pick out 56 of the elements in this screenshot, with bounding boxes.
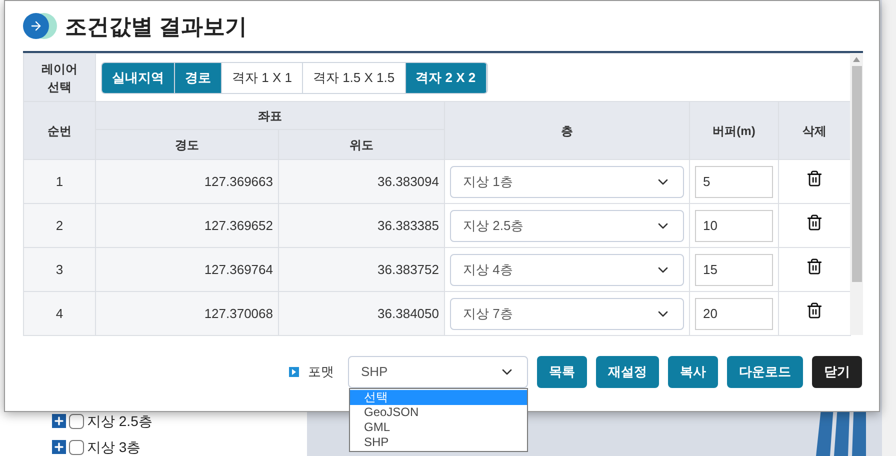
expand-plus-icon[interactable] (52, 440, 66, 454)
column-header: 위도 (350, 138, 374, 152)
action-button[interactable]: 목록 (537, 356, 587, 388)
floor-select[interactable]: 지상 4층 (450, 254, 684, 286)
row-number: 1 (56, 174, 64, 189)
format-label: 포맷 (308, 363, 334, 382)
tree-item-label: 지상 3층 (87, 438, 141, 456)
buffer-field[interactable]: 10 (695, 210, 773, 242)
layer-tab[interactable]: 경로 (175, 62, 222, 92)
column-header: 좌표 (258, 108, 282, 122)
floor-select[interactable]: 지상 1층 (450, 166, 684, 198)
delete-icon[interactable] (806, 258, 823, 276)
latitude-cell: 36.383094 (378, 174, 439, 189)
format-select[interactable]: SHP (348, 356, 528, 388)
tree-checkbox[interactable] (69, 440, 84, 454)
delete-icon[interactable] (806, 214, 823, 232)
column-header: 층 (561, 124, 573, 138)
dropdown-option[interactable]: GML (350, 420, 527, 435)
dropdown-option[interactable]: SHP (350, 435, 527, 450)
delete-icon[interactable] (806, 170, 823, 188)
buffer-field[interactable]: 5 (695, 166, 773, 198)
longitude-cell: 127.369764 (204, 262, 273, 277)
expand-plus-icon[interactable] (52, 414, 66, 428)
row-number: 3 (56, 262, 64, 277)
latitude-cell: 36.383752 (378, 262, 439, 277)
buffer-field[interactable]: 15 (695, 254, 773, 286)
longitude-cell: 127.369652 (204, 218, 273, 233)
buffer-field[interactable]: 20 (695, 298, 773, 330)
action-button[interactable]: 복사 (668, 356, 718, 388)
floor-select[interactable]: 지상 7층 (450, 298, 684, 330)
latitude-cell: 36.384050 (378, 306, 439, 321)
column-header: 경도 (175, 138, 199, 152)
page-scrollbar[interactable] (882, 0, 896, 456)
layer-tab[interactable]: 실내지역 (102, 62, 175, 92)
action-button[interactable]: 다운로드 (727, 356, 803, 388)
action-button[interactable]: 닫기 (812, 356, 862, 388)
row-number: 2 (56, 218, 64, 233)
longitude-cell: 127.369663 (204, 174, 273, 189)
dropdown-option[interactable]: GeoJSON (350, 405, 527, 420)
tree-item-label: 지상 2.5층 (87, 412, 152, 430)
row-number: 4 (56, 306, 64, 321)
format-bullet-icon (289, 367, 299, 377)
delete-icon[interactable] (806, 302, 823, 320)
modal-title: 조건값별 결과보기 (65, 12, 248, 40)
action-button[interactable]: 재설정 (596, 356, 659, 388)
column-header: 삭제 (802, 124, 826, 138)
latitude-cell: 36.383385 (378, 218, 439, 233)
column-header: 버퍼(m) (712, 124, 756, 138)
column-header: 순번 (48, 124, 72, 138)
table-scrollbar[interactable] (850, 53, 863, 335)
layer-select-label: 레이어 선택 (40, 60, 78, 96)
tree-checkbox[interactable] (69, 414, 84, 428)
arrow-circle-icon (23, 13, 59, 39)
floor-select[interactable]: 지상 2.5층 (450, 210, 684, 242)
layer-tab[interactable]: 격자 2 X 2 (406, 62, 487, 92)
longitude-cell: 127.370068 (204, 306, 273, 321)
